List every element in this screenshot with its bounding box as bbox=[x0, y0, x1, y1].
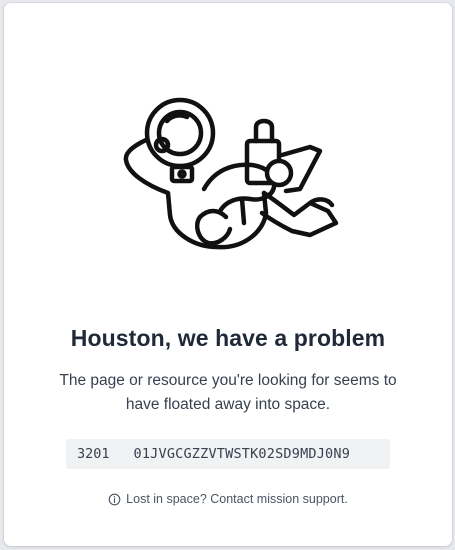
error-message: The page or resource you're looking for … bbox=[59, 372, 397, 413]
request-id: 01JVGCGZZVTWSTK02SD9MDJ0N9 bbox=[133, 446, 351, 462]
info-circle-icon bbox=[108, 493, 121, 505]
support-link[interactable]: Lost in space? Contact mission support. bbox=[4, 492, 452, 506]
error-code-box: 3201 01JVGCGZZVTWSTK02SD9MDJ0N9 bbox=[66, 439, 390, 469]
support-text[interactable]: Lost in space? Contact mission support. bbox=[126, 492, 348, 506]
status-code: 3201 bbox=[77, 446, 110, 462]
error-card: Houston, we have a problem The page or r… bbox=[4, 3, 452, 546]
floating-astronaut-icon bbox=[123, 97, 339, 250]
error-title: Houston, we have a problem bbox=[70, 325, 386, 351]
